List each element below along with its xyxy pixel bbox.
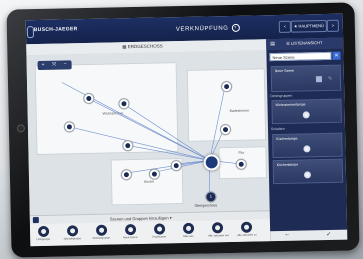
panel-actions: ← ✓ bbox=[270, 229, 348, 242]
connection-lines bbox=[61, 82, 240, 197]
map-controls: + ⤧ − bbox=[37, 60, 72, 71]
bulb-icon bbox=[303, 171, 312, 179]
panel-toolbar: ▤ ☰ LISTENANSICHT bbox=[266, 37, 344, 51]
blinds-down-icon bbox=[240, 221, 252, 233]
hub-label: Obergeschoss bbox=[194, 203, 218, 208]
card-title: Wohnzimmerlampe bbox=[275, 102, 306, 108]
panic-icon bbox=[153, 223, 165, 235]
card-title: Küchenlampe bbox=[276, 136, 298, 142]
switch-card[interactable]: Küchenlampe bbox=[272, 132, 343, 159]
dock-item[interactable]: Dimmergruppe bbox=[92, 224, 110, 240]
list-view-label: LISTENANSICHT bbox=[290, 40, 323, 46]
dock-item-label: Dimmergruppe bbox=[92, 236, 110, 240]
zoom-in-button[interactable]: + bbox=[38, 61, 49, 70]
dock-item[interactable]: Alle Jalousien auf bbox=[208, 222, 229, 238]
zoom-out-button[interactable]: − bbox=[60, 60, 71, 69]
scene-name-input[interactable]: Neue Szene bbox=[269, 51, 332, 62]
dock-item[interactable]: Lichtgruppe bbox=[34, 225, 52, 242]
brand-logo: BUSCH-JAEGER bbox=[33, 26, 78, 34]
dock-item-label: Jalousiegruppe bbox=[63, 237, 82, 241]
blinds-up-icon bbox=[211, 222, 223, 234]
power-off-icon bbox=[182, 222, 194, 235]
dock-item-label: Alles aus bbox=[182, 234, 194, 239]
card-title: Küchenlampe bbox=[276, 162, 299, 168]
fit-view-button[interactable]: ⤧ bbox=[49, 61, 60, 70]
dock-item-label: Alle Jalousien zu bbox=[237, 233, 257, 237]
confirm-icon[interactable]: ✓ bbox=[326, 231, 331, 238]
back-button[interactable]: < bbox=[278, 20, 291, 33]
page-title: VERKNÜPFUNG? bbox=[175, 23, 240, 33]
back-arrow-icon[interactable]: ← bbox=[284, 232, 290, 238]
home-icon[interactable] bbox=[32, 217, 39, 224]
switch-card[interactable]: Küchenlampe bbox=[272, 158, 344, 185]
card-title: Neue Szene bbox=[274, 68, 295, 74]
dock-item[interactable]: Jalousiegruppe bbox=[63, 225, 82, 241]
dock-item-label: Panikszene bbox=[152, 235, 166, 239]
section-heading: Schalten bbox=[270, 126, 285, 132]
list-view-button[interactable]: ☰ LISTENANSICHT bbox=[286, 40, 322, 46]
scene-panel: ▤ ☰ LISTENANSICHT Neue Szene ✕ Neue Szen… bbox=[266, 37, 348, 242]
dock-item[interactable]: Alle Jalousien zu bbox=[237, 221, 257, 237]
dimmer-group-card[interactable]: Wohnzimmerlampe bbox=[271, 98, 342, 125]
dock-item-label: Lichtgruppe bbox=[36, 237, 51, 242]
panel-toggle-icon[interactable]: ▤ bbox=[270, 41, 275, 47]
dock-item[interactable]: Neue Szene bbox=[121, 224, 139, 239]
blinds-icon bbox=[66, 225, 78, 237]
scene-icon bbox=[124, 224, 136, 236]
camera-icon bbox=[16, 124, 26, 133]
section-heading: Dimmgruppen bbox=[270, 93, 293, 99]
floor-link-number: 1 bbox=[209, 193, 213, 199]
dock-item[interactable]: Alles aus bbox=[179, 222, 197, 239]
bulb-icon bbox=[302, 111, 310, 119]
help-icon[interactable]: ? bbox=[231, 23, 240, 32]
next-button[interactable]: > bbox=[326, 19, 339, 32]
tablet-frame: BUSCH-JAEGER VERKNÜPFUNG? < ★ HAUPTMENÜ … bbox=[6, 2, 360, 258]
dock-item[interactable]: Panikszene bbox=[150, 223, 168, 239]
home-menu-button[interactable]: ★ HAUPTMENÜ bbox=[290, 19, 327, 33]
new-scene-card[interactable]: Neue Szene ✎ bbox=[270, 64, 342, 93]
scene-dock: Lichtgruppe Jalousiegruppe Dimmergruppe … bbox=[29, 219, 271, 247]
clear-icon[interactable]: ✕ bbox=[332, 51, 341, 60]
page-title-text: VERKNÜPFUNG bbox=[175, 25, 229, 33]
scene-icon bbox=[315, 76, 323, 83]
app-screen: BUSCH-JAEGER VERKNÜPFUNG? < ★ HAUPTMENÜ … bbox=[25, 13, 348, 247]
dock-item-label: Neue Szene bbox=[123, 235, 138, 240]
bulb-icon bbox=[37, 225, 49, 238]
dimmer-icon bbox=[95, 224, 107, 236]
floor-map[interactable]: Wohnzimmer Badezimmer Flur Küche 1 Oberg… bbox=[26, 50, 270, 216]
dock-item-label: Alle Jalousien auf bbox=[208, 234, 229, 238]
bulb-icon bbox=[303, 145, 311, 153]
floor-label: ERDGESCHOSS bbox=[127, 43, 163, 50]
floor-selector[interactable]: ▦ ERDGESCHOSS bbox=[122, 43, 163, 50]
edit-icon[interactable]: ✎ bbox=[328, 76, 332, 82]
